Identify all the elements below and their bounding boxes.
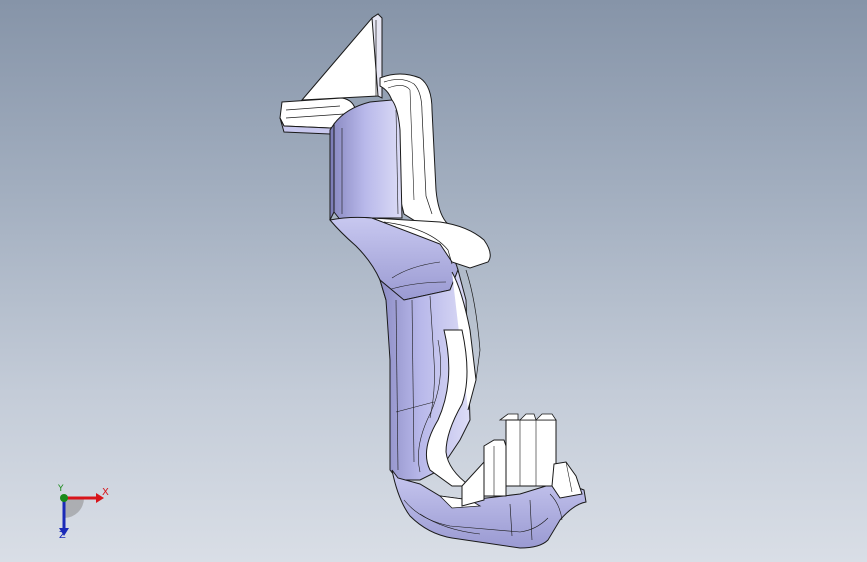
top-gusset (300, 13, 383, 101)
stem (379, 268, 481, 487)
x-axis-label: X (102, 487, 109, 498)
main-wall (329, 99, 403, 223)
clip-tower (461, 413, 583, 507)
triad-plane-shade (64, 498, 84, 518)
y-axis-dot (60, 494, 68, 502)
y-axis-label: Y (58, 484, 64, 494)
z-axis-label: Z (59, 530, 66, 541)
mid-transition (329, 216, 491, 301)
graphics-viewport[interactable]: X Y Z (0, 0, 867, 562)
bracket-part-model[interactable] (0, 0, 867, 562)
